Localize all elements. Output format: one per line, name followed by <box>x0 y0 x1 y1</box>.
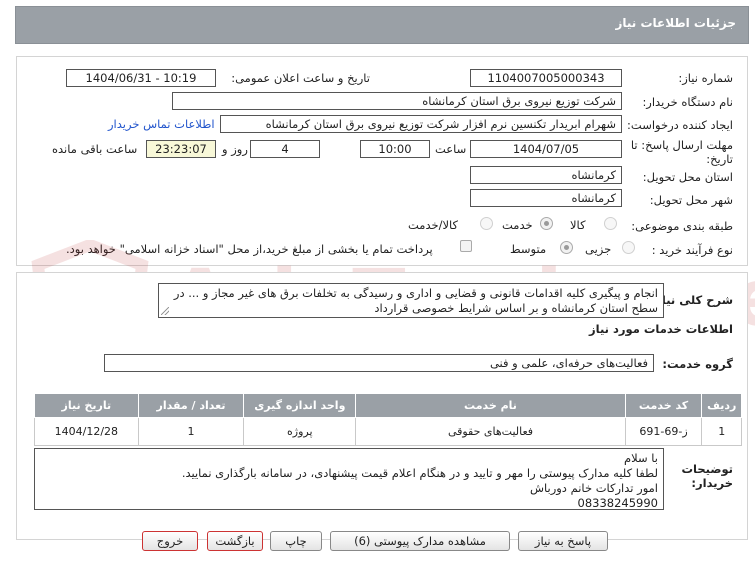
services-table: ردیف کد خدمت نام خدمت واحد اندازه گیری ت… <box>34 393 742 446</box>
deadline-time-label: ساعت <box>435 142 467 156</box>
announce-datetime-label: تاریخ و ساعت اعلان عمومی: <box>231 71 370 85</box>
buyer-notes-label: توضیحات <box>681 462 734 476</box>
col-service-name: نام خدمت <box>355 393 626 418</box>
category-option-service: خدمت <box>502 218 533 232</box>
category-option-goods: کالا <box>570 218 586 232</box>
cell-quantity: 1 <box>137 417 245 446</box>
category-option-goods-service: کالا/خدمت <box>408 218 459 232</box>
table-row: 1 ز-69-691 فعالیت‌های حقوقی پروژه 1 1404… <box>34 417 742 446</box>
buyer-notes-line: با سلام <box>624 451 658 465</box>
deadline-label: مهلت ارسال پاسخ: تا <box>630 138 733 152</box>
col-quantity: تعداد / مقدار <box>137 393 245 418</box>
category-radio-goods[interactable] <box>604 217 617 230</box>
col-service-code: کد خدمت <box>624 393 703 418</box>
summary-textarea[interactable]: انجام و پیگیری کلیه اقدامات قانونی و قضا… <box>158 283 664 318</box>
cell-service-name: فعالیت‌های حقوقی <box>355 417 626 446</box>
deadline-date-label: تاریخ: <box>706 152 733 166</box>
process-radio-medium[interactable] <box>560 241 573 254</box>
deadline-date-field: 1404/07/05 <box>470 140 622 158</box>
treasury-payment-checkbox[interactable] <box>460 240 472 252</box>
service-group-label: گروه خدمت: <box>662 357 733 371</box>
buyer-notes-line: لطفا کلیه مدارک پیوستی را مهر و تایید و … <box>181 466 658 480</box>
city-label: شهر محل تحویل: <box>649 193 733 207</box>
process-label: نوع فرآیند خرید : <box>651 243 733 257</box>
page-title-bar: جزئیات اطلاعات نیاز <box>15 6 749 44</box>
need-number-field: 1104007005000343 <box>470 69 622 87</box>
buyer-notes-label-2: خریدار: <box>691 476 733 490</box>
treasury-payment-note: پرداخت تمام یا بخشی از مبلغ خرید،از محل … <box>66 242 433 256</box>
resize-handle-icon[interactable] <box>161 307 169 315</box>
buyer-contact-link[interactable]: اطلاعات تماس خریدار <box>108 117 215 131</box>
cell-unit: پروژه <box>243 417 357 446</box>
reply-button[interactable]: پاسخ به نیاز <box>518 531 608 551</box>
announce-datetime-field: 1404/06/31 - 10:19 <box>66 69 216 87</box>
summary-text: انجام و پیگیری کلیه اقدامات قانونی و قضا… <box>173 286 658 315</box>
view-attachments-button[interactable]: مشاهده مدارک پیوستی (6) <box>330 531 510 551</box>
days-label: روز و <box>222 142 248 156</box>
creator-label: ایجاد کننده درخواست: <box>627 118 733 132</box>
process-radio-minor[interactable] <box>622 241 635 254</box>
category-radio-goods-service[interactable] <box>480 217 493 230</box>
cell-service-code: ز-69-691 <box>624 417 703 446</box>
exit-button[interactable]: خروج <box>142 531 198 551</box>
buyer-notes-line: امور تدارکات خانم دورباش <box>529 481 658 495</box>
buyer-notes-textarea[interactable]: با سلام لطفا کلیه مدارک پیوستی را مهر و … <box>34 448 664 510</box>
province-field: کرمانشاه <box>470 166 622 184</box>
services-table-header: ردیف کد خدمت نام خدمت واحد اندازه گیری ت… <box>34 393 742 418</box>
category-radio-service[interactable] <box>540 217 553 230</box>
services-section-title: اطلاعات خدمات مورد نیاز <box>589 322 733 336</box>
creator-field: شهرام ابریدار تکنسین نرم افزار شرکت توزی… <box>220 115 622 133</box>
col-unit: واحد اندازه گیری <box>243 393 357 418</box>
cell-row-number: 1 <box>701 417 742 446</box>
page-title: جزئیات اطلاعات نیاز <box>615 16 736 30</box>
col-row-number: ردیف <box>701 393 742 418</box>
service-group-field: فعالیت‌های حرفه‌ای، علمی و فنی <box>104 354 654 372</box>
province-label: استان محل تحویل: <box>642 170 733 184</box>
need-info-panel <box>16 56 748 266</box>
buyer-org-label: نام دستگاه خریدار: <box>642 95 733 109</box>
need-number-label: شماره نیاز: <box>678 71 733 85</box>
process-option-minor: جزیی <box>585 242 612 256</box>
cell-need-date: 1404/12/28 <box>34 417 139 446</box>
remaining-time-label: ساعت باقی مانده <box>52 142 138 156</box>
process-option-medium: متوسط <box>510 242 547 256</box>
back-button[interactable]: بازگشت <box>207 531 263 551</box>
print-button[interactable]: چاپ <box>270 531 322 551</box>
buyer-org-field: شرکت توزیع نیروی برق استان کرمانشاه <box>172 92 622 110</box>
city-field: کرمانشاه <box>470 189 622 207</box>
remaining-time-field: 23:23:07 <box>146 140 216 158</box>
buyer-notes-phone: 08338245990 <box>577 496 658 510</box>
deadline-time-field: 10:00 <box>360 140 430 158</box>
remaining-days-field: 4 <box>250 140 320 158</box>
category-label: طبقه بندی موضوعی: <box>631 219 733 233</box>
col-need-date: تاریخ نیاز <box>34 393 139 418</box>
